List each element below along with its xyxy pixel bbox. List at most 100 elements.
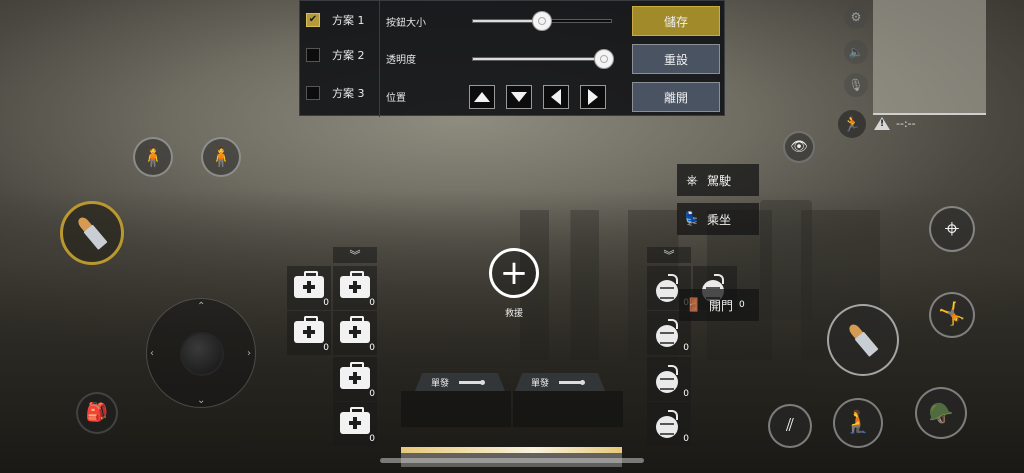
item-count: 0 [369,434,375,444]
position-label: 位置 [386,93,406,104]
bottom-indicator-bar [380,458,644,463]
weapon-1-fire-mode-label: 單發 [431,378,450,389]
fire-left-button[interactable] [60,201,124,265]
move-left-button[interactable] [543,85,569,109]
medkit-slot[interactable]: 0 [287,266,331,310]
button-size-slider-knob[interactable] [532,11,552,31]
medkit-collapse-button[interactable]: ︾ [333,247,377,263]
eye-icon: 👁 [790,139,808,155]
rescue-button[interactable]: + [489,248,539,298]
leave-button[interactable]: 離開 [632,82,720,112]
open-door-label: 開門 [709,298,734,313]
drive-label: 駕駛 [707,173,732,188]
opacity-slider[interactable] [472,49,615,69]
opacity-label: 透明度 [386,55,416,66]
grenade-icon [656,319,680,347]
sprint-icon[interactable]: 🏃 [838,110,866,138]
layout-settings-panel: ✔ 方案 1 方案 2 方案 3 按鈕大小 透明度 位置 儲存 重設 離開 [299,0,725,117]
chevron-down-icon: ︾ [349,249,361,262]
grenade-slot[interactable]: 0 [647,402,691,446]
tower-background [760,200,812,320]
warning-time: --:-- [896,117,916,130]
save-button[interactable]: 儲存 [632,6,720,36]
joystick-right-indicator: › [247,348,251,359]
weapon-1-fire-mode[interactable]: 單發 [415,373,505,391]
reload-button[interactable]: ⫽ [768,404,812,448]
backpack-button[interactable]: 🎒 [76,392,118,434]
joystick-left-indicator: ‹ [150,348,154,359]
weapon-2-fire-mode[interactable]: 單發 [515,373,605,391]
grenade-collapse-button[interactable]: ︾ [647,247,691,263]
item-count: 0 [369,389,375,399]
speaker-icon[interactable]: 🔈 [844,40,868,64]
arrow-left-icon [551,89,561,105]
bullet-icon [74,214,109,252]
move-right-button[interactable] [580,85,606,109]
rescue-label: 救援 [504,309,523,319]
medkit-slot[interactable]: 0 [333,402,377,446]
minimap[interactable] [873,0,986,115]
item-count: 0 [683,389,689,399]
ride-label: 乘坐 [707,212,732,227]
scope-button[interactable]: ⌖ [929,206,975,252]
reset-button[interactable]: 重設 [632,44,720,74]
signal-warning: ! --:-- [874,117,916,130]
fire-right-button[interactable] [827,304,899,376]
soldier-peek-left-icon: 🧍 [140,145,166,169]
scheme-1-checkbox[interactable]: ✔ [306,13,320,27]
medkit-slot[interactable]: 0 [333,357,377,401]
move-up-button[interactable] [469,85,495,109]
grenade-icon [656,365,680,393]
weapon-2-fire-mode-label: 單發 [531,378,550,389]
bullet-icon [459,379,486,385]
scheme-option-2[interactable]: 方案 2 [306,45,365,65]
steering-wheel-icon: ⎈ [685,171,698,189]
item-count: 0 [683,434,689,444]
button-size-slider[interactable] [472,11,612,31]
reload-bullets-icon: ⫽ [785,415,795,436]
warning-icon: ! [874,117,890,130]
grenade-icon [656,274,680,302]
microphone-icon[interactable]: 🎙 [844,73,868,97]
backpack-icon: 🎒 [85,402,109,423]
crouch-icon: 🧎 [844,410,872,435]
lean-left-button[interactable]: 🧍 [133,137,173,177]
medkit-slot[interactable]: 0 [287,311,331,355]
medkit-slot[interactable]: 0 [333,311,377,355]
door-icon: 🚪 [685,297,703,313]
scheme-option-1[interactable]: ✔ 方案 1 [306,10,365,30]
jump-icon: 🤸 [938,302,966,327]
weapon-slot-1[interactable] [401,391,511,427]
ride-button[interactable]: 💺 乘坐 [677,203,759,235]
grenade-icon [656,410,680,438]
scheme-option-3[interactable]: 方案 3 [306,83,365,103]
movement-joystick[interactable]: ⌃ ⌄ ‹ › [146,298,256,408]
arrow-down-icon [511,92,527,102]
crouch-button[interactable]: 🧎 [833,398,883,448]
plus-icon: + [499,253,529,293]
jump-button[interactable]: 🤸 [929,292,975,338]
move-down-button[interactable] [506,85,532,109]
item-count: 0 [369,298,375,308]
scheme-2-checkbox[interactable] [306,48,320,62]
opacity-slider-knob[interactable] [594,49,615,69]
scheme-1-label: 方案 1 [332,14,365,27]
scheme-3-checkbox[interactable] [306,86,320,100]
arrow-up-icon [474,92,490,102]
lean-right-button[interactable]: 🧍 [201,137,241,177]
gear-icon[interactable]: ⚙ [844,5,868,29]
scheme-list: ✔ 方案 1 方案 2 方案 3 [300,1,380,117]
open-door-button[interactable]: 🚪 開門 0 [679,289,759,321]
medkit-icon [294,316,324,343]
joystick-down-indicator: ⌄ [197,395,206,406]
grenade-slot[interactable]: 0 [647,357,691,401]
bullet-icon [559,379,586,385]
item-count: 0 [683,343,689,353]
joystick-thumb[interactable] [180,332,224,376]
soldier-peek-right-icon: 🧍 [208,145,234,169]
drive-button[interactable]: ⎈ 駕駛 [677,164,759,196]
weapon-slot-2[interactable] [513,391,623,427]
prone-button[interactable]: 🪖 [915,387,967,439]
free-look-button[interactable]: 👁 [783,131,815,163]
medkit-slot[interactable]: 0 [333,266,377,310]
